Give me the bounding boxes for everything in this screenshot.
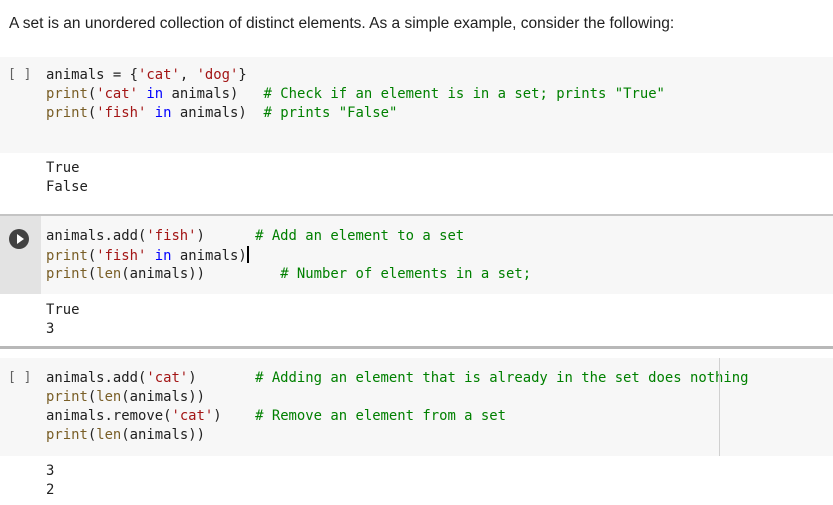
code-editor[interactable]: animals.add('fish') # Add an element to … xyxy=(46,227,531,284)
code-token: 'cat' xyxy=(138,67,180,83)
execution-count-indicator[interactable]: [ ] xyxy=(8,370,31,385)
code-line[interactable]: animals.add('cat') # Adding an element t… xyxy=(46,369,749,388)
cell-output: 32 xyxy=(46,462,54,500)
code-token: animals = { xyxy=(46,67,138,83)
code-token: ( xyxy=(87,105,97,121)
code-token: animals.add( xyxy=(46,228,147,244)
code-token: 'cat' xyxy=(96,86,139,102)
output-line: 3 xyxy=(46,463,55,479)
code-token: # Adding an element that is already in t… xyxy=(255,370,749,386)
output-line: False xyxy=(46,179,88,195)
cell-gutter xyxy=(0,216,41,294)
intro-text: A set is an unordered collection of dist… xyxy=(9,15,675,32)
code-editor[interactable]: animals = {'cat', 'dog'} print('cat' in a… xyxy=(46,66,665,123)
code-token: (animals)) xyxy=(121,389,205,405)
code-token: animals.remove( xyxy=(46,408,172,424)
code-token: in xyxy=(154,105,172,121)
code-token: len xyxy=(96,266,122,282)
code-token: print xyxy=(46,248,88,264)
code-token: animals.add( xyxy=(46,370,147,386)
ruler-line xyxy=(719,358,720,456)
code-cell-3[interactable]: [ ] animals.add('cat') # Adding an eleme… xyxy=(0,358,833,456)
code-token: ( xyxy=(87,86,97,102)
code-token: in xyxy=(146,86,164,102)
code-line[interactable]: print('cat' in animals) # Check if an el… xyxy=(46,85,665,104)
code-line[interactable]: animals.remove('cat') # Remove an elemen… xyxy=(46,407,749,426)
code-cell-2[interactable]: animals.add('fish') # Add an element to … xyxy=(0,216,833,294)
code-token: ( xyxy=(87,266,97,282)
code-editor[interactable]: animals.add('cat') # Adding an element t… xyxy=(46,369,749,445)
code-token: 'fish' xyxy=(96,248,147,264)
text-cursor xyxy=(246,246,249,263)
run-cell-icon[interactable] xyxy=(9,229,29,249)
output-line: True xyxy=(46,160,80,176)
cell-output: True 3 xyxy=(46,301,79,339)
code-token: print xyxy=(46,427,88,443)
code-token: animals) xyxy=(171,248,247,264)
code-line[interactable]: print(len(animals)) xyxy=(46,426,749,445)
output-line: True xyxy=(46,302,80,318)
code-token: 'fish' xyxy=(146,228,197,244)
code-token: ) xyxy=(188,370,256,386)
code-token: animals) xyxy=(163,86,264,102)
code-token: 'cat' xyxy=(171,408,214,424)
code-token: ( xyxy=(87,248,97,264)
code-token: ) xyxy=(213,408,256,424)
code-token: # Check if an element is in a set; print… xyxy=(263,86,665,102)
code-token: 'cat' xyxy=(146,370,189,386)
code-token: # Add an element to a set xyxy=(255,228,465,244)
code-token: animals) xyxy=(171,105,264,121)
code-token: , xyxy=(179,67,197,83)
cell-focus-border-bottom xyxy=(0,346,833,349)
code-token: ) xyxy=(196,228,256,244)
code-line[interactable]: print('fish' in animals) xyxy=(46,246,531,265)
code-cell-1[interactable]: [ ] animals = {'cat', 'dog'} print('cat' … xyxy=(0,57,833,153)
code-line[interactable]: print(len(animals)) xyxy=(46,388,749,407)
code-token: # Number of elements in a set; xyxy=(280,266,532,282)
code-line[interactable]: print('fish' in animals) # prints "False… xyxy=(46,104,665,123)
code-token: ( xyxy=(87,389,97,405)
code-token: len xyxy=(96,389,122,405)
code-token: (animals)) xyxy=(121,266,281,282)
code-token: (animals)) xyxy=(121,427,205,443)
code-token: print xyxy=(46,105,88,121)
code-token: print xyxy=(46,266,88,282)
code-token: 'dog' xyxy=(196,67,239,83)
code-token: in xyxy=(154,248,172,264)
code-token: ( xyxy=(87,427,97,443)
code-token: } xyxy=(238,67,247,83)
code-line[interactable]: animals = {'cat', 'dog'} xyxy=(46,66,665,85)
code-token: # prints "False" xyxy=(263,105,398,121)
code-token: len xyxy=(96,427,122,443)
output-line: 3 xyxy=(46,321,55,337)
code-token: print xyxy=(46,86,88,102)
execution-count-indicator[interactable]: [ ] xyxy=(8,67,31,82)
code-token: 'fish' xyxy=(96,105,147,121)
code-token: print xyxy=(46,389,88,405)
cell-output: True False xyxy=(46,159,88,197)
code-line[interactable]: animals.add('fish') # Add an element to … xyxy=(46,227,531,246)
code-line[interactable]: print(len(animals)) # Number of elements… xyxy=(46,265,531,284)
output-line: 2 xyxy=(46,482,55,498)
code-token: # Remove an element from a set xyxy=(255,408,506,424)
